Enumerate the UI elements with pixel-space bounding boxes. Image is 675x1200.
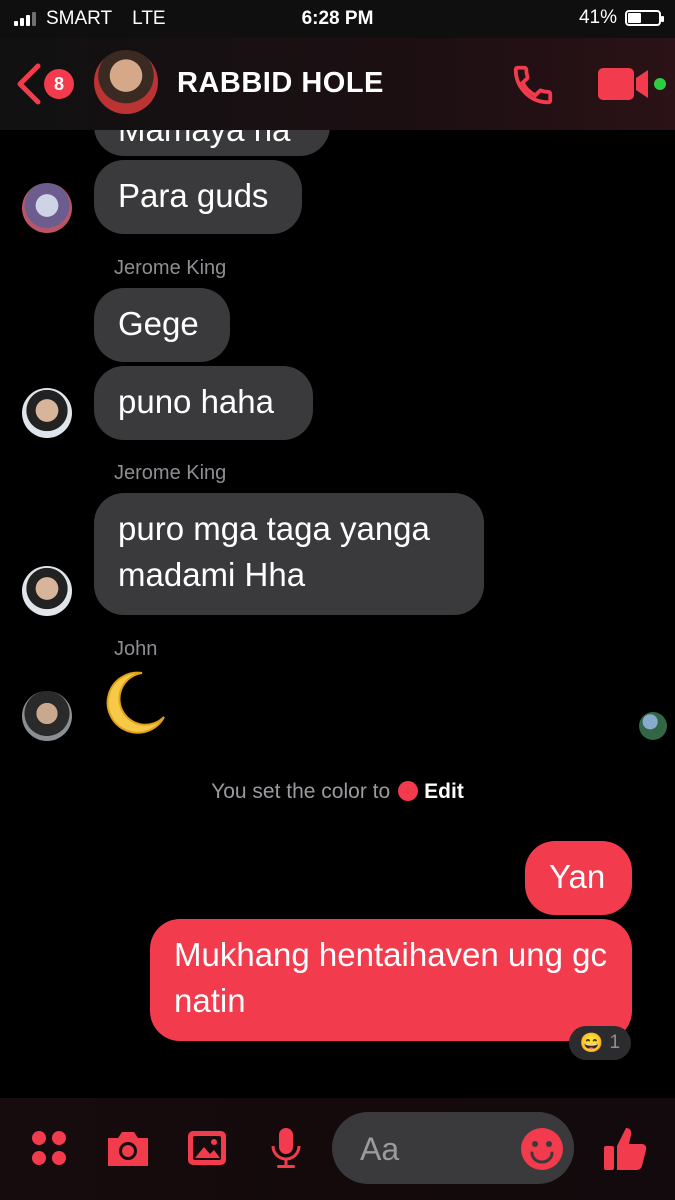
my-message-bubble[interactable]: Mukhang hentaihaven ung gc natin [150,919,632,1041]
avatar[interactable] [22,183,72,233]
clock: 6:28 PM [301,8,374,29]
battery-percent: 41% [578,7,617,28]
reaction-pill[interactable]: 😄 1 [569,1026,631,1060]
status-bar: SMART LTE 6:28 PM 41% [0,0,675,38]
thumbs-up-icon[interactable] [602,1124,648,1172]
system-notice: You set the color to Edit [0,780,675,804]
message-bubble[interactable]: Para guds [94,160,302,234]
status-right: 41% [578,7,664,29]
apps-grid-icon[interactable] [27,1126,71,1170]
emoji-icon[interactable] [520,1127,564,1171]
back-chevron-icon [17,63,41,105]
seen-indicator-avatar [639,712,667,740]
avatar[interactable] [22,691,72,741]
my-message-bubble[interactable]: Yan [525,841,632,915]
battery-icon [625,10,664,26]
color-dot-icon [398,781,419,801]
sender-name: Jerome King [114,257,227,279]
message-input[interactable] [358,1112,512,1186]
message-input-container[interactable] [332,1112,574,1186]
message-bubble[interactable]: Gege [94,288,230,362]
camera-icon[interactable] [104,1126,152,1170]
message-bubble[interactable]: puro mga taga yanga madami Hha [94,493,484,615]
composer-bar [0,1098,675,1200]
message-bubble[interactable]: puno haha [94,366,313,440]
message-list[interactable]: Mamaya na Para guds Jerome King Gege pun… [0,130,675,1098]
avatar[interactable] [22,566,72,616]
avatar[interactable] [22,388,72,438]
conversation-title[interactable]: RABBID HOLE [177,67,384,100]
reaction-emoji: 😄 [579,1033,604,1054]
online-indicator [654,78,666,90]
video-camera-icon[interactable] [596,66,652,102]
reaction-count: 1 [609,1032,621,1053]
phone-icon[interactable] [510,62,556,108]
sender-name: Jerome King [114,462,227,484]
edit-color-link[interactable]: Edit [424,780,464,803]
microphone-icon[interactable] [264,1126,308,1170]
unread-badge: 8 [44,69,74,99]
sender-name: John [114,638,158,660]
back-button[interactable]: 8 [14,62,84,106]
image-icon[interactable] [185,1126,229,1170]
system-notice-text: You set the color to [211,780,391,803]
crescent-moon-emoji[interactable] [98,667,170,739]
group-avatar[interactable] [94,50,158,114]
message-bubble[interactable]: Mamaya na [94,130,330,156]
conversation-header: 8 RABBID HOLE [0,38,675,130]
